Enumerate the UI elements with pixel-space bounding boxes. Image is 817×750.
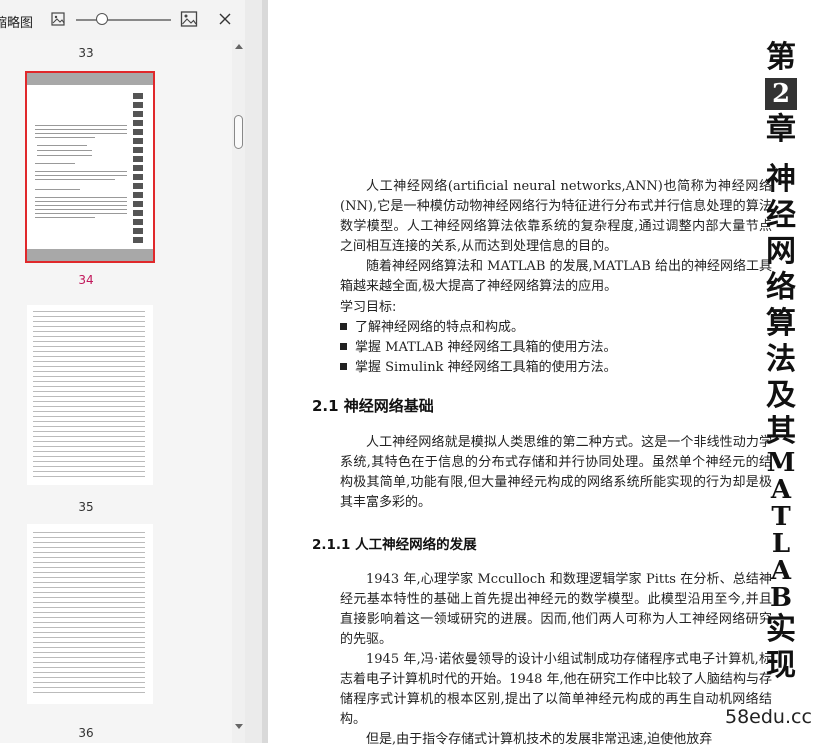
thumbnail-scrollbar[interactable] xyxy=(232,40,245,743)
thumbnail-panel: 缩略图 33 34 35 36 xyxy=(0,0,245,743)
intro-paragraph: 人工神经网络(artificial neural networks,ANN)也简… xyxy=(340,179,772,254)
subsection-paragraph-2: 1945 年,冯·诺依曼领导的设计小组试制成功存储程序式电子计算机,标志着电子计… xyxy=(340,652,772,727)
panel-title: 缩略图 xyxy=(0,16,34,31)
chapter-title-latin: A xyxy=(770,475,792,505)
goal-text: 掌握 MATLAB 神经网络工具箱的使用方法。 xyxy=(355,340,617,355)
thumbnail-toolbar: 缩略图 xyxy=(0,0,245,40)
thumbnail-label-36: 36 xyxy=(78,726,94,740)
zoom-slider-track[interactable] xyxy=(76,19,171,21)
goals-title: 学习目标: xyxy=(340,300,397,315)
thumbnail-label-34: 34 xyxy=(78,273,94,287)
thumbnail-chapter-title xyxy=(133,93,143,243)
chapter-title-char: 法 xyxy=(766,342,796,377)
scroll-down-icon[interactable] xyxy=(235,724,243,729)
chapter-title-char: 网 xyxy=(766,234,796,269)
image-small-icon[interactable] xyxy=(50,11,66,27)
thumbnail-label-33: 33 xyxy=(78,46,94,60)
panel-gap xyxy=(245,0,262,743)
goal-text: 了解神经网络的特点和构成。 xyxy=(355,320,525,335)
chapter-title-char: 算 xyxy=(766,306,796,341)
goal-item: 了解神经网络的特点和构成。 xyxy=(340,316,524,335)
scroll-up-icon[interactable] xyxy=(235,44,243,49)
thumbnail-page-36[interactable] xyxy=(27,524,153,704)
chapter-title-latin: A xyxy=(770,556,792,586)
goal-item: 掌握 Simulink 神经网络工具箱的使用方法。 xyxy=(340,356,617,375)
intro-paragraph-2: 随着神经网络算法和 MATLAB 的发展,MATLAB 给出的神经网络工具箱越来… xyxy=(340,259,772,294)
chapter-title-char: 其 xyxy=(766,414,796,449)
chapter-title-latin: T xyxy=(771,502,791,532)
scrollbar-thumb[interactable] xyxy=(234,115,243,149)
goal-item: 掌握 MATLAB 神经网络工具箱的使用方法。 xyxy=(340,336,617,355)
subsection-heading: 2.1.1 人工神经网络的发展 xyxy=(312,537,477,553)
close-icon[interactable] xyxy=(216,10,234,28)
chapter-prefix: 第 xyxy=(766,40,796,75)
image-large-icon[interactable] xyxy=(180,10,198,28)
chapter-title-latin: M xyxy=(766,448,796,478)
chapter-title-char: 实 xyxy=(766,612,796,647)
thumbnail-label-35: 35 xyxy=(78,500,94,514)
subsection-paragraph-1: 1943 年,心理学家 Mcculloch 和数理逻辑学家 Pitts 在分析、… xyxy=(340,572,772,647)
chapter-title-char: 神 xyxy=(766,162,796,197)
section-paragraph: 人工神经网络就是模拟人类思维的第二种方式。这是一个非线性动力学系统,其特色在于信… xyxy=(340,435,772,510)
chapter-suffix: 章 xyxy=(766,112,796,147)
chapter-title-char: 现 xyxy=(766,648,796,683)
goal-text: 掌握 Simulink 神经网络工具箱的使用方法。 xyxy=(355,360,617,375)
chapter-title-char: 经 xyxy=(766,198,796,233)
zoom-slider-thumb[interactable] xyxy=(96,13,108,25)
thumbnail-margin xyxy=(27,73,153,85)
thumbnail-list: 33 34 35 36 xyxy=(0,40,232,743)
thumbnail-text-block xyxy=(33,530,145,696)
document-page: 人工神经网络(artificial neural networks,ANN)也简… xyxy=(268,0,817,747)
chapter-title-char: 及 xyxy=(766,378,796,413)
chapter-title-latin: B xyxy=(770,583,792,613)
chapter-title-vertical: 第 2 章 神 经 网 络 算 法 及 其 M A T L A B 实 现 xyxy=(761,40,801,684)
watermark: 58edu.cc xyxy=(725,706,812,728)
chapter-title-latin: L xyxy=(771,529,791,559)
thumbnail-page-34[interactable] xyxy=(25,71,155,263)
chapter-number: 2 xyxy=(765,78,797,110)
thumbnail-text-block xyxy=(33,309,145,479)
thumbnail-margin xyxy=(27,249,153,261)
thumbnail-page-35[interactable] xyxy=(27,305,153,485)
subsection-paragraph-3: 但是,由于指令存储式计算机技术的发展非常迅速,迫使他放弃 xyxy=(366,732,713,747)
chapter-title-char: 络 xyxy=(766,270,796,305)
section-heading: 2.1 神经网络基础 xyxy=(312,397,434,415)
